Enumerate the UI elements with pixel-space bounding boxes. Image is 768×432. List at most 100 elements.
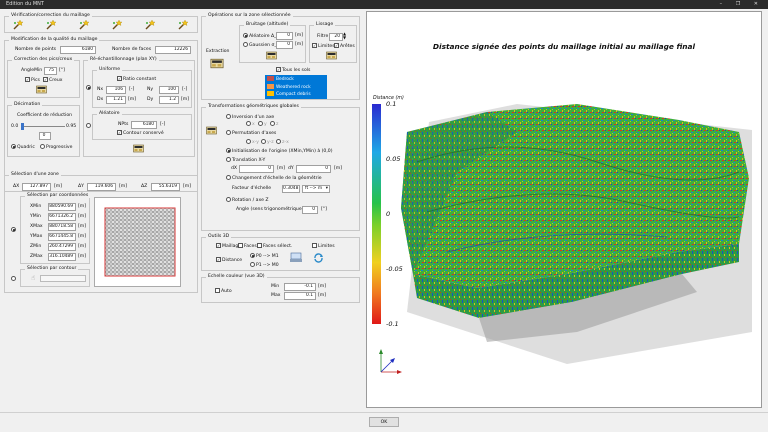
axis-radio[interactable]: y-z [261,139,274,145]
wand-icon[interactable] [177,19,189,31]
coord-field[interactable]: 6671445.8 [48,233,76,241]
echelle-radio[interactable]: Changement d'échelle de la géométrie [226,175,322,181]
compute-distance-icon[interactable] [290,252,302,263]
coords-radio[interactable] [11,227,17,233]
min-label: Min [271,284,280,289]
coord-unit: [m] [78,244,87,249]
ty-unit: [m] [334,166,343,171]
tx-field[interactable]: 0 [239,165,274,173]
aleatoire-z-field[interactable]: 0 [276,32,293,40]
filtre-field[interactable]: 20 [329,33,343,41]
init-origine-radio[interactable]: Initialisation de l'origine (XMin,YMin) … [226,148,333,154]
pics-checkbox[interactable]: ✓ Pics [25,77,40,83]
aretes-checkbox[interactable]: ✓ Arêtes [334,43,355,49]
decim-title: Décimation [12,102,43,107]
rotation-radio[interactable]: Rotation / axe Z [226,197,269,203]
gaussien-z-field[interactable]: 0 [276,41,293,49]
filtre-spinner[interactable]: ▲ ▼ [343,32,346,40]
axis-radio[interactable]: y [258,121,267,127]
aleatoire-radio[interactable] [86,123,92,129]
aleatoire-z-radio[interactable]: Aléatoire Δ_z [243,33,279,39]
axis-radio[interactable]: x [246,121,255,127]
angle-min-field[interactable]: 75 [44,67,57,75]
translation-radio[interactable]: Translation X-Y [226,157,265,163]
refresh-icon[interactable] [313,253,324,263]
contour-radio[interactable] [11,276,17,282]
facteur-field[interactable]: 0.3048 [282,185,300,193]
sol-item[interactable]: Weathered rock [266,83,326,91]
gaussien-z-radio[interactable]: Gaussien σ_z [243,42,279,48]
sol-color-swatch [267,76,274,81]
apply-lissage-button[interactable] [326,51,337,60]
window-controls[interactable]: – ❐ ✕ [720,0,764,9]
coord-label: XMin [30,204,42,209]
contour-checkbox[interactable]: ✓ Contour conservé [117,130,164,136]
p0m1-radio[interactable]: P0 --> M1 [250,253,279,259]
coord-field[interactable]: 6671326.2 [48,213,76,221]
uniforme-radio[interactable] [86,85,92,91]
min-unit: [m] [318,284,327,289]
selection-preview[interactable] [94,197,181,287]
coord-unit: [m] [78,204,87,209]
apply-pics-button[interactable] [36,85,47,94]
sols-list[interactable]: Bedrock Weathered rock Compact debris [265,75,327,99]
sol-item[interactable]: Bedrock [266,76,326,83]
tx-label: dX [231,166,238,171]
ok-button[interactable]: OK [369,417,399,427]
faces-checkbox[interactable]: Faces [238,243,257,249]
contour-pointer-icon[interactable]: ☝ [31,274,35,282]
filtre-label: Filtre [317,34,329,39]
facteur-label: Facteur d'échelle [232,186,272,191]
apply-transfo-button[interactable] [206,126,217,135]
ny-field[interactable]: 100 [159,86,179,94]
delta-x-unit: [m] [54,184,63,189]
rotation-angle-field[interactable]: 0 [302,206,318,214]
extraction-button[interactable] [210,58,224,69]
progressive-radio[interactable]: Progressive [40,144,72,150]
npts-field[interactable]: 6180 [131,121,157,129]
reech-title: Ré-échantillonnage (plan XY) [88,57,159,62]
wand-icon[interactable] [111,19,123,31]
tous-sols-checkbox[interactable]: ✓ Tous les sols [276,67,310,73]
nx-field[interactable]: 106 [106,86,126,94]
wand-icon[interactable] [45,19,57,31]
limites-checkbox[interactable]: ✓ Limites [312,43,335,49]
quadric-radio[interactable]: Quadric [11,144,35,150]
facteur-unit-select[interactable]: ft --> m ▾ [302,185,330,193]
ty-field[interactable]: 0 [296,165,331,173]
apply-bruitage-button[interactable] [266,51,277,60]
coord-field[interactable]: 880590.69 [48,203,76,211]
axis-radio[interactable]: z-x [276,139,289,145]
limites-3d-checkbox[interactable]: Limites [312,243,335,249]
dx-field[interactable]: 1.21 [106,96,126,104]
view-3d[interactable]: Distance signée des points du maillage i… [366,11,762,408]
max-field[interactable]: 0.1 [284,292,316,300]
axis-radio[interactable]: z [270,121,278,127]
coord-field[interactable]: 260.47299 [48,243,76,251]
coef-slider[interactable] [21,123,65,130]
coord-field[interactable]: 880718.58 [48,223,76,231]
min-field[interactable]: -0.1 [284,283,316,291]
sol-item[interactable]: Compact debris [266,91,326,98]
auto-checkbox[interactable]: Auto [215,288,232,294]
footer-separator [0,412,768,413]
axis-radio[interactable]: x-y [246,139,259,145]
sol-name: Bedrock [276,77,294,82]
window-title-bar: Edition du MNT – ❐ ✕ [0,0,768,9]
dy-field[interactable]: 1.2 [159,96,179,104]
inversion-radio[interactable]: Inversion d'un axe [226,114,274,120]
ratio-checkbox[interactable]: ✓ Ratio constant [117,76,156,82]
wand-icon[interactable] [12,19,24,31]
wand-icon[interactable] [78,19,90,31]
modif-title: Modification de la qualité du maillage [9,37,100,42]
wand-icon[interactable] [144,19,156,31]
coord-field[interactable]: 316.10489 [48,253,76,261]
distance-checkbox[interactable]: ✓ Distance [216,257,242,263]
creux-checkbox[interactable]: ✓ Creux [43,77,62,83]
p1m0-radio[interactable]: P1 --> M0 [250,262,279,268]
permutation-radio[interactable]: Permutation d'axes [226,130,276,136]
faces-select-checkbox[interactable]: Faces sélect. [257,243,292,249]
contour-field[interactable] [40,275,86,282]
apply-reech-button[interactable] [133,144,144,153]
delta-z-value: 55.6319 [151,183,180,191]
